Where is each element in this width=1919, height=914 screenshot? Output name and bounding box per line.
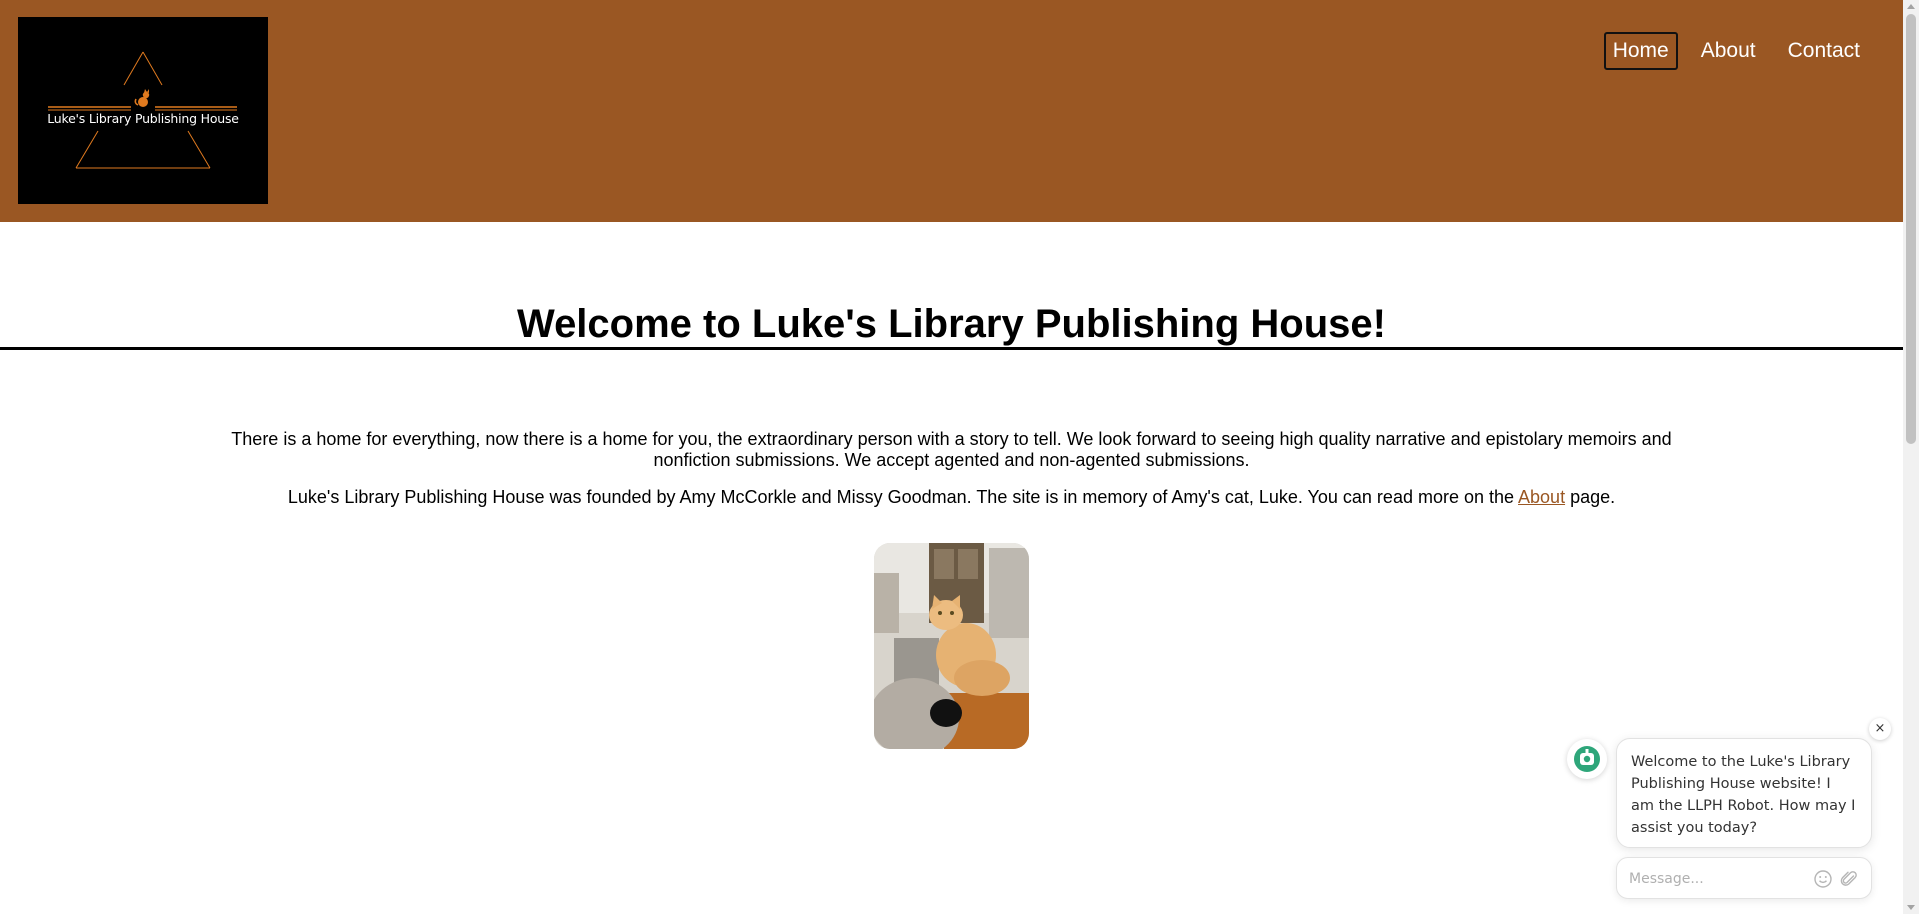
founders-text-end: page. — [1565, 487, 1616, 507]
page-title: Welcome to Luke's Library Publishing Hou… — [517, 302, 1386, 346]
cat-silhouette-icon — [134, 89, 150, 107]
chat-message-box — [1616, 857, 1872, 899]
nav-about[interactable]: About — [1692, 32, 1765, 70]
cat-photo — [874, 543, 1029, 749]
site-logo[interactable]: Luke's Library Publishing House — [18, 17, 268, 204]
about-link[interactable]: About — [1518, 487, 1565, 507]
founders-text: Luke's Library Publishing House was foun… — [287, 487, 1519, 507]
scroll-up-arrow-icon[interactable] — [1907, 4, 1915, 9]
chat-welcome-bubble: Welcome to the Luke's Library Publishing… — [1616, 738, 1872, 848]
page-scrollbar[interactable] — [1903, 0, 1919, 914]
robot-icon — [1574, 746, 1600, 772]
main-nav: Home About Contact — [1590, 32, 1869, 70]
smiley-icon[interactable] — [1813, 869, 1833, 889]
logo-text: Luke's Library Publishing House — [47, 111, 239, 126]
chat-message-input[interactable] — [1629, 867, 1799, 891]
site-header: Luke's Library Publishing House Home Abo… — [0, 0, 1903, 222]
paperclip-icon[interactable] — [1839, 869, 1859, 889]
title-divider — [0, 347, 1903, 350]
nav-contact[interactable]: Contact — [1779, 32, 1869, 70]
chatbot-avatar[interactable] — [1567, 739, 1607, 779]
orange-cat-photo-icon — [874, 543, 1029, 749]
scroll-down-arrow-icon[interactable] — [1907, 905, 1915, 910]
nav-home[interactable]: Home — [1603, 32, 1678, 70]
intro-paragraph: There is a home for everything, now ther… — [231, 429, 1672, 470]
scrollbar-thumb[interactable] — [1906, 14, 1916, 444]
founders-paragraph: Luke's Library Publishing House was foun… — [220, 487, 1683, 508]
chat-close-button[interactable]: × — [1869, 718, 1891, 740]
